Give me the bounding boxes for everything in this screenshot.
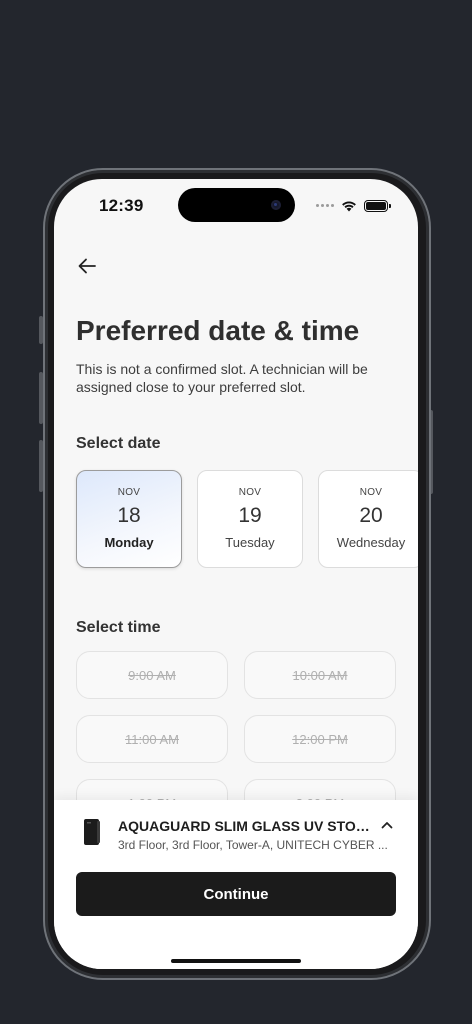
date-month: NOV [117, 487, 141, 498]
select-time-label: Select time [76, 619, 161, 636]
date-weekday: Wednesday [336, 535, 406, 550]
date-month: NOV [238, 487, 262, 498]
signal-dots-icon [316, 204, 334, 207]
status-time: 12:39 [99, 196, 144, 215]
chevron-up-icon[interactable] [380, 818, 394, 832]
date-card-18[interactable]: NOV 18 Monday [76, 470, 182, 568]
product-summary[interactable]: AQUAGUARD SLIM GLASS UV STOR... 3rd Floo… [76, 818, 396, 854]
date-day: 19 [238, 504, 262, 527]
time-slot[interactable]: 10:00 AM [244, 651, 396, 699]
home-indicator [171, 959, 301, 963]
wifi-icon [342, 201, 356, 212]
date-card-19[interactable]: NOV 19 Tuesday [197, 470, 303, 568]
date-weekday: Tuesday [225, 535, 275, 550]
date-weekday: Monday [104, 535, 154, 550]
camera-icon [271, 200, 281, 210]
booking-summary-sheet: AQUAGUARD SLIM GLASS UV STOR... 3rd Floo… [54, 800, 418, 969]
page-subtitle: This is not a confirmed slot. A technici… [76, 361, 368, 395]
battery-icon [364, 199, 391, 212]
phone-screen: 12:39 Preferred date & time This is not … [54, 179, 418, 969]
service-address: 3rd Floor, 3rd Floor, Tower-A, UNITECH C… [118, 838, 388, 852]
water-purifier-icon [84, 819, 100, 845]
date-month: NOV [359, 487, 383, 498]
time-slot[interactable]: 9:00 AM [76, 651, 228, 699]
date-picker: NOV 18 Monday NOV 19 Tuesday NOV 20 Wedn… [76, 470, 418, 568]
date-day: 18 [117, 504, 141, 527]
time-slot[interactable]: 11:00 AM [76, 715, 228, 763]
dynamic-island [178, 188, 295, 222]
product-name: AQUAGUARD SLIM GLASS UV STOR... [118, 818, 370, 834]
date-card-20[interactable]: NOV 20 Wednesday [318, 470, 418, 568]
arrow-left-icon[interactable] [76, 255, 98, 277]
select-date-label: Select date [76, 435, 161, 452]
status-icons [316, 199, 391, 212]
date-day: 20 [359, 504, 383, 527]
time-slot[interactable]: 12:00 PM [244, 715, 396, 763]
continue-button[interactable]: Continue [76, 872, 396, 916]
page-title: Preferred date & time [76, 315, 360, 346]
